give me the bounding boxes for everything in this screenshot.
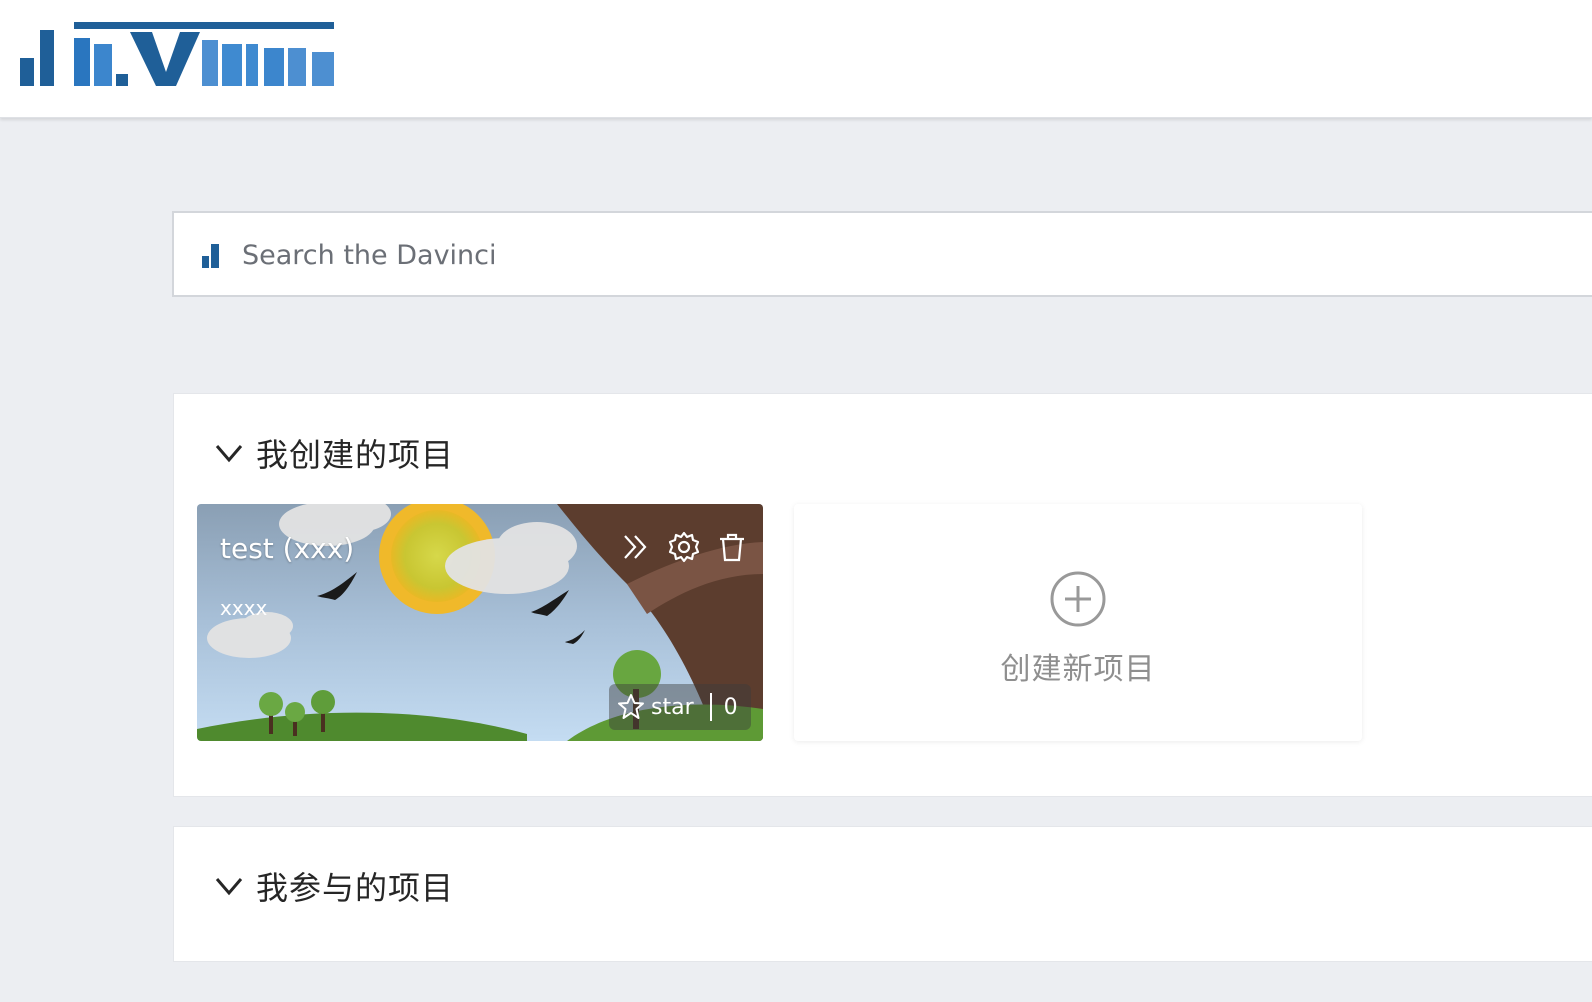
star-label: star — [651, 694, 694, 720]
section-title: 我创建的项目 — [256, 436, 455, 474]
chevron-down-icon[interactable] — [214, 874, 244, 898]
my-projects-header[interactable]: 我创建的项目 — [214, 430, 454, 476]
chevron-down-icon[interactable] — [214, 441, 244, 465]
project-actions — [619, 530, 749, 564]
double-chevron-right-icon[interactable] — [619, 530, 653, 564]
search-bar[interactable] — [172, 211, 1592, 297]
trash-icon[interactable] — [715, 530, 749, 564]
create-project-card[interactable]: 创建新项目 — [794, 504, 1362, 741]
section-title: 我参与的项目 — [256, 869, 455, 907]
my-projects-panel: 我创建的项目 test (xxx) xxxx star 0 创建新项目 — [173, 393, 1592, 797]
divider — [709, 693, 712, 721]
project-description: xxxx — [220, 596, 268, 620]
joined-projects-panel: 我参与的项目 — [173, 826, 1592, 962]
plus-circle-icon — [1050, 571, 1106, 627]
create-project-label: 创建新项目 — [1000, 652, 1156, 687]
star-icon — [618, 694, 644, 719]
search-input[interactable] — [242, 233, 1142, 277]
star-count: 0 — [723, 694, 738, 720]
gear-icon[interactable] — [667, 530, 701, 564]
project-card[interactable]: test (xxx) xxxx star 0 — [197, 504, 763, 741]
davinci-mini-logo-icon — [202, 244, 220, 272]
star-button[interactable]: star 0 — [609, 684, 751, 730]
project-name: test (xxx) — [220, 532, 355, 565]
davinci-logo[interactable] — [20, 22, 336, 92]
joined-projects-header[interactable]: 我参与的项目 — [214, 863, 454, 909]
top-header — [0, 0, 1592, 118]
